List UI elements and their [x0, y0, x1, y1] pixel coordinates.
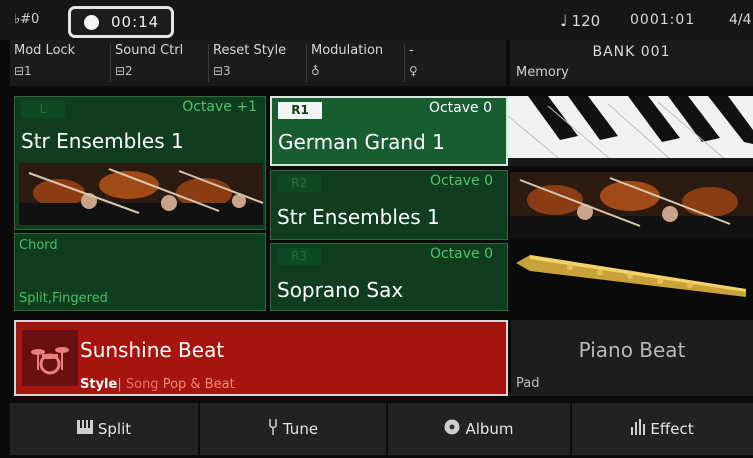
chord-panel[interactable]: Chord Split,Fingered	[14, 233, 266, 311]
reset-style-control[interactable]: Reset Style ⊟3	[209, 40, 306, 86]
voice-name-r3: Soprano Sax	[277, 278, 404, 302]
style-genre: Pop & Beat	[162, 377, 235, 392]
modulation-icon: ♁	[311, 64, 320, 78]
memory-label: Memory	[516, 65, 569, 80]
voice-name-left: Str Ensembles 1	[21, 129, 184, 153]
equalizer-icon	[631, 419, 646, 439]
voice-name-r2: Str Ensembles 1	[277, 205, 440, 229]
style-tabs: Style| Song Pop & Beat	[80, 377, 235, 392]
album-button[interactable]: Album	[388, 403, 572, 455]
control-label: Modulation	[311, 43, 384, 58]
panel-controls: Mod Lock ⊟1 Sound Ctrl ⊟2 Reset Style ⊟3…	[10, 40, 506, 86]
registration-bank[interactable]: BANK 001 Memory	[510, 40, 753, 86]
split-label: Split	[97, 420, 132, 438]
tune-button[interactable]: Tune	[200, 403, 388, 455]
control-label: Mod Lock	[14, 43, 76, 58]
bank-title: BANK 001	[592, 44, 671, 60]
saxophone-image	[510, 245, 753, 309]
bottom-toolbar: Split Tune Album Effect	[10, 403, 753, 455]
control-label: Sound Ctrl	[115, 43, 184, 58]
status-bar: ♭#0 00:14 ♩ 120 0001:01 4/4	[0, 0, 753, 40]
record-time: 00:14	[111, 13, 160, 31]
strings-image	[19, 163, 263, 225]
tab-separator: |	[117, 377, 122, 392]
album-label: Album	[465, 420, 514, 438]
keyboard-icon	[76, 420, 93, 438]
pad-name: Piano Beat	[578, 338, 686, 362]
style-panel[interactable]: Sunshine Beat Style| Song Pop & Beat	[14, 320, 508, 396]
mod-lock-control[interactable]: Mod Lock ⊟1	[10, 40, 110, 86]
control-value: ⊟3	[213, 64, 231, 78]
split-button[interactable]: Split	[10, 403, 200, 455]
chord-mode: Split,Fingered	[19, 291, 108, 306]
part-badge-r1: R1	[278, 102, 322, 119]
tab-style[interactable]: Style	[80, 377, 117, 392]
control-label: -	[409, 43, 414, 58]
control-value: ⊟1	[14, 64, 32, 78]
record-icon	[84, 15, 99, 30]
voice-name-r1: German Grand 1	[278, 130, 445, 154]
drum-kit-icon	[22, 330, 78, 386]
control-label: Reset Style	[213, 43, 287, 58]
pad-label: Pad	[516, 376, 540, 391]
chord-title: Chord	[19, 238, 58, 253]
quarter-note-icon: ♩	[560, 11, 568, 30]
part-badge-r2: R2	[277, 175, 321, 192]
pedal-icon: ♀	[409, 64, 418, 78]
tab-song[interactable]: Song	[126, 377, 159, 392]
effect-label: Effect	[650, 420, 694, 438]
sound-ctrl-control[interactable]: Sound Ctrl ⊟2	[111, 40, 208, 86]
measure-counter: 0001:01	[630, 12, 696, 28]
modulation-control[interactable]: Modulation ♁	[307, 40, 404, 86]
disc-icon	[444, 419, 460, 439]
part-r3-panel[interactable]: R3 Octave 0 Soprano Sax	[270, 243, 508, 311]
key-transpose[interactable]: ♭#0	[14, 12, 39, 27]
strings-image	[510, 172, 753, 238]
tempo-display[interactable]: ♩ 120	[560, 11, 600, 30]
pedal-control[interactable]: - ♀	[405, 40, 505, 86]
part-r1-panel[interactable]: R1 Octave 0 German Grand 1	[270, 96, 508, 166]
part-r2-panel[interactable]: R2 Octave 0 Str Ensembles 1	[270, 170, 508, 240]
part-badge-l: L	[21, 101, 65, 118]
tune-label: Tune	[282, 420, 319, 438]
octave-r2: Octave 0	[429, 173, 493, 189]
control-value: ⊟2	[115, 64, 133, 78]
piano-image	[508, 96, 753, 166]
part-badge-r3: R3	[277, 248, 321, 265]
style-name: Sunshine Beat	[80, 338, 225, 362]
tuning-fork-icon	[268, 419, 278, 439]
octave-r3: Octave 0	[429, 246, 493, 262]
octave-left: Octave +1	[182, 99, 257, 115]
octave-r1: Octave 0	[428, 100, 492, 116]
tempo-value: 120	[571, 12, 601, 30]
pad-panel[interactable]: Piano Beat Pad	[511, 320, 753, 396]
effect-button[interactable]: Effect	[572, 403, 753, 455]
record-indicator[interactable]: 00:14	[68, 6, 174, 38]
time-signature: 4/4	[729, 12, 752, 28]
part-left-panel[interactable]: L Octave +1 Str Ensembles 1	[14, 96, 266, 230]
